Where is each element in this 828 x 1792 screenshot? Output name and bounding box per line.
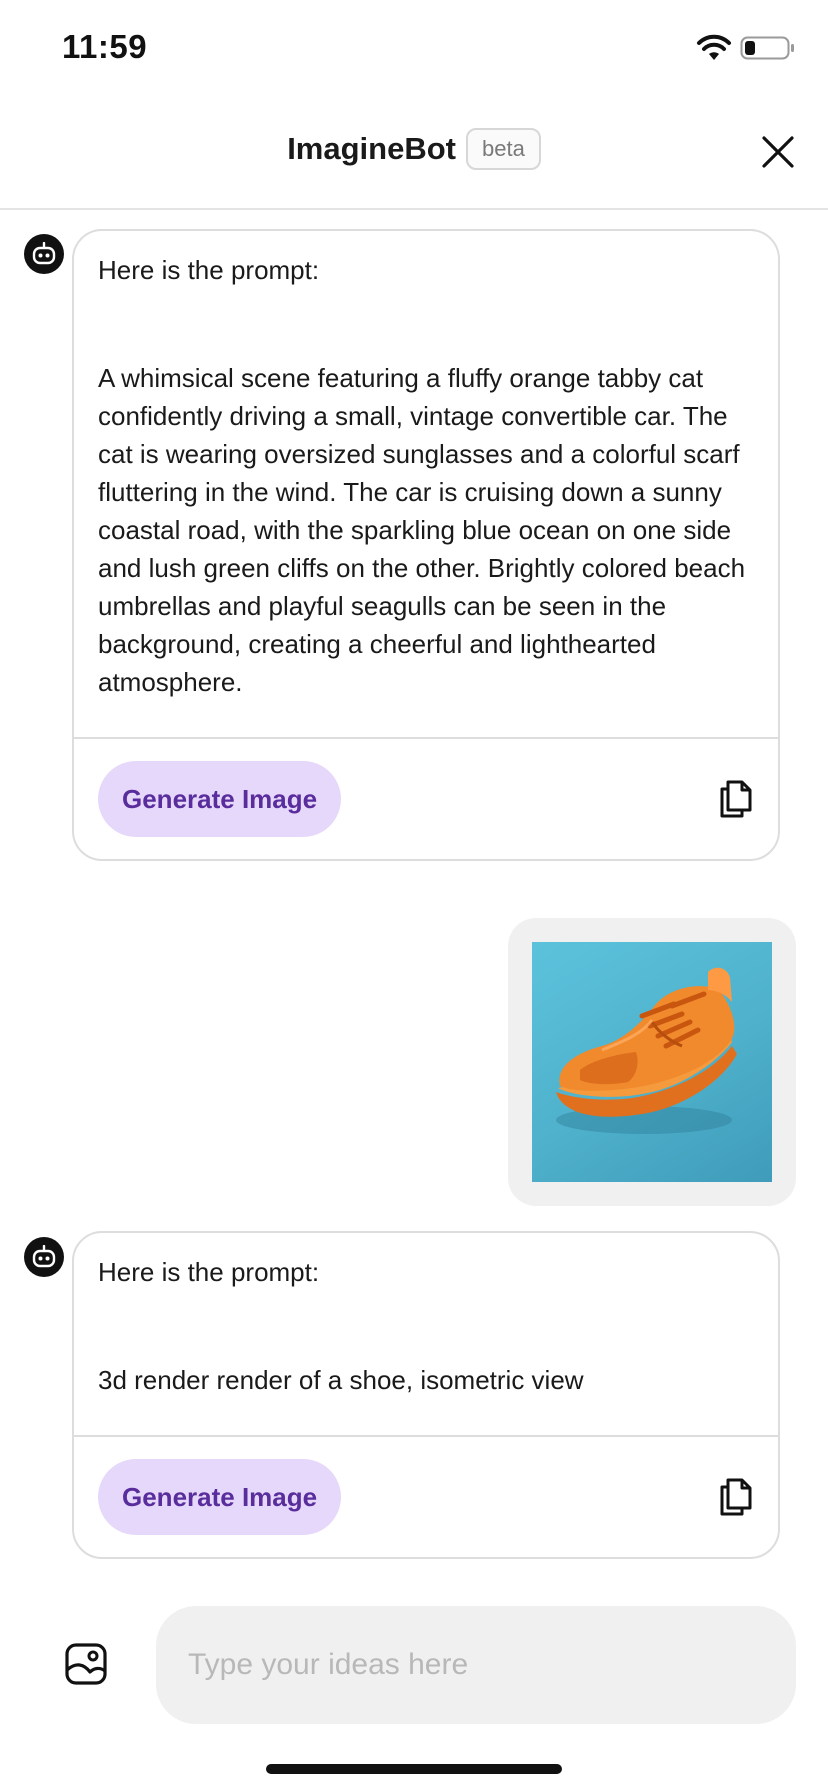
generate-image-button[interactable]: Generate Image [98, 1459, 342, 1535]
close-icon[interactable] [760, 134, 796, 170]
message-intro: Here is the prompt: [98, 1257, 320, 1287]
copy-icon[interactable] [718, 779, 754, 819]
bot-avatar-icon [24, 1237, 64, 1277]
message-body: Here is the prompt: 3d render render of … [74, 1233, 778, 1435]
bot-message-card: Here is the prompt: A whimsical scene fe… [72, 229, 780, 861]
shoe-image[interactable] [532, 942, 772, 1182]
message-input[interactable] [156, 1606, 796, 1724]
bot-message-card: Here is the prompt: 3d render render of … [72, 1231, 780, 1559]
status-time: 11:59 [62, 28, 148, 65]
generate-image-button[interactable]: Generate Image [98, 761, 342, 837]
chat-header: ImagineBot beta [0, 100, 828, 210]
wifi-icon [697, 34, 731, 60]
app-title: ImagineBot [287, 131, 456, 166]
chat-screen: 11:59 ImagineBot beta Here is the prompt… [0, 0, 828, 1792]
home-indicator[interactable] [266, 1764, 562, 1774]
status-bar: 11:59 [0, 0, 828, 100]
copy-icon[interactable] [718, 1477, 754, 1517]
prompt-text: 3d render render of a shoe, isometric vi… [98, 1365, 584, 1395]
prompt-text: A whimsical scene featuring a fluffy ora… [98, 363, 746, 697]
message-actions: Generate Image [74, 1435, 778, 1557]
beta-badge: beta [465, 128, 541, 170]
user-image-message [508, 918, 796, 1206]
message-body: Here is the prompt: A whimsical scene fe… [74, 231, 778, 737]
header-title-group: ImagineBot beta [0, 128, 828, 170]
message-actions: Generate Image [74, 737, 778, 859]
message-intro: Here is the prompt: [98, 255, 320, 285]
image-icon[interactable] [64, 1642, 108, 1686]
bot-avatar-icon [24, 234, 64, 274]
battery-icon [740, 36, 794, 60]
composer [0, 1598, 828, 1728]
